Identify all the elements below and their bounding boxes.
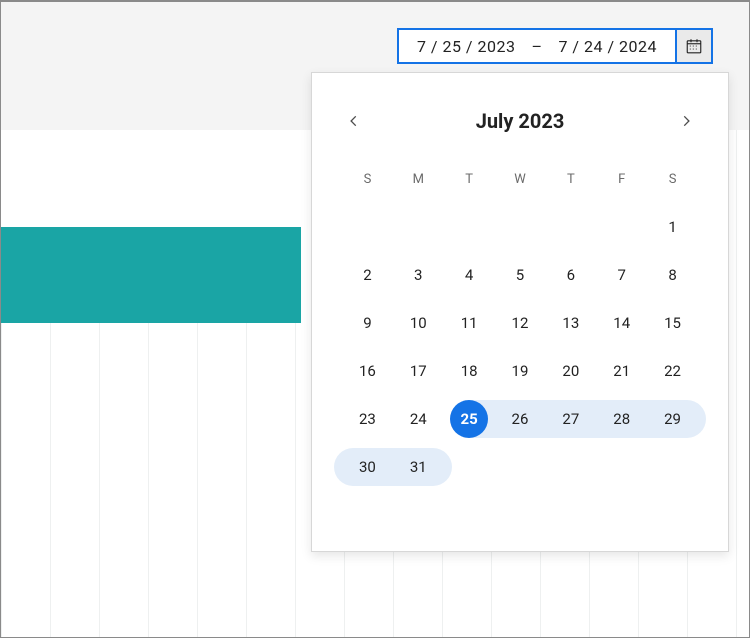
calendar-day[interactable]: 26 [501, 400, 539, 438]
calendar-day [654, 448, 692, 486]
dow: T [465, 172, 473, 187]
calendar-month-title: July 2023 [476, 109, 565, 133]
calendar-day[interactable]: 11 [450, 304, 488, 342]
calendar-day [603, 208, 641, 246]
calendar-week-row: 9 10 11 12 13 14 15 [342, 299, 698, 347]
calendar-button[interactable] [675, 30, 711, 62]
calendar-day [450, 208, 488, 246]
date-range-field[interactable]: 7 / 25 / 2023 – 7 / 24 / 2024 [397, 28, 713, 64]
calendar-day[interactable]: 12 [501, 304, 539, 342]
calendar-day[interactable]: 16 [348, 352, 386, 390]
calendar-day [501, 448, 539, 486]
calendar-day[interactable]: 29 [654, 400, 692, 438]
dow: T [567, 172, 575, 187]
calendar-day[interactable]: 14 [603, 304, 641, 342]
calendar-day[interactable]: 1 [654, 208, 692, 246]
calendar-week-row: 30 31 [342, 443, 698, 491]
calendar-day [603, 448, 641, 486]
calendar-day[interactable]: 10 [399, 304, 437, 342]
calendar-day [450, 448, 488, 486]
calendar-day[interactable]: 20 [552, 352, 590, 390]
chevron-left-icon [347, 110, 361, 132]
calendar-day[interactable]: 21 [603, 352, 641, 390]
timeline-bar[interactable] [1, 227, 301, 323]
calendar-popover: July 2023 S M T W T F S [311, 72, 729, 552]
calendar-day[interactable]: 6 [552, 256, 590, 294]
calendar-day[interactable]: 18 [450, 352, 488, 390]
calendar-dow-row: S M T W T F S [342, 155, 698, 203]
date-range-start[interactable]: 7 / 25 / 2023 [417, 37, 516, 56]
dow: W [514, 172, 526, 187]
calendar-week-row: 23 24 25 26 27 28 29 [342, 395, 698, 443]
app-frame: 7 / 25 / 2023 – 7 / 24 / 2024 [0, 0, 750, 638]
calendar-day[interactable]: 3 [399, 256, 437, 294]
calendar-day [552, 208, 590, 246]
next-month-button[interactable] [672, 107, 700, 135]
dow: F [618, 172, 625, 187]
calendar-header: July 2023 [312, 73, 728, 145]
calendar-day [501, 208, 539, 246]
calendar-day[interactable]: 30 [348, 448, 386, 486]
calendar-day[interactable]: 15 [654, 304, 692, 342]
calendar-day[interactable]: 13 [552, 304, 590, 342]
calendar-day[interactable]: 19 [501, 352, 539, 390]
calendar-day[interactable]: 9 [348, 304, 386, 342]
calendar-day [348, 208, 386, 246]
calendar-day[interactable]: 2 [348, 256, 386, 294]
calendar-day-range-start[interactable]: 25 [450, 400, 488, 438]
dow: S [669, 172, 677, 187]
calendar-day[interactable]: 4 [450, 256, 488, 294]
calendar-icon [685, 37, 703, 55]
date-range-dash: – [531, 37, 542, 56]
calendar-grid: S M T W T F S 1 2 3 4 [312, 145, 728, 501]
calendar-week-row: 2 3 4 5 6 7 8 [342, 251, 698, 299]
calendar-day [552, 448, 590, 486]
calendar-day[interactable]: 22 [654, 352, 692, 390]
calendar-week-row: 16 17 18 19 20 21 22 [342, 347, 698, 395]
calendar-day[interactable]: 7 [603, 256, 641, 294]
calendar-day[interactable]: 8 [654, 256, 692, 294]
calendar-day[interactable]: 31 [399, 448, 437, 486]
content-top-whitespace [1, 130, 301, 227]
calendar-day[interactable]: 28 [603, 400, 641, 438]
dow: M [413, 172, 424, 187]
prev-month-button[interactable] [340, 107, 368, 135]
dow: S [364, 172, 372, 187]
calendar-day[interactable]: 17 [399, 352, 437, 390]
calendar-day [399, 208, 437, 246]
chevron-right-icon [679, 110, 693, 132]
date-range-end[interactable]: 7 / 24 / 2024 [558, 37, 657, 56]
calendar-week-row: 1 [342, 203, 698, 251]
calendar-day[interactable]: 23 [348, 400, 386, 438]
calendar-day[interactable]: 5 [501, 256, 539, 294]
date-range-text[interactable]: 7 / 25 / 2023 – 7 / 24 / 2024 [399, 30, 675, 62]
calendar-day[interactable]: 24 [399, 400, 437, 438]
calendar-day[interactable]: 27 [552, 400, 590, 438]
